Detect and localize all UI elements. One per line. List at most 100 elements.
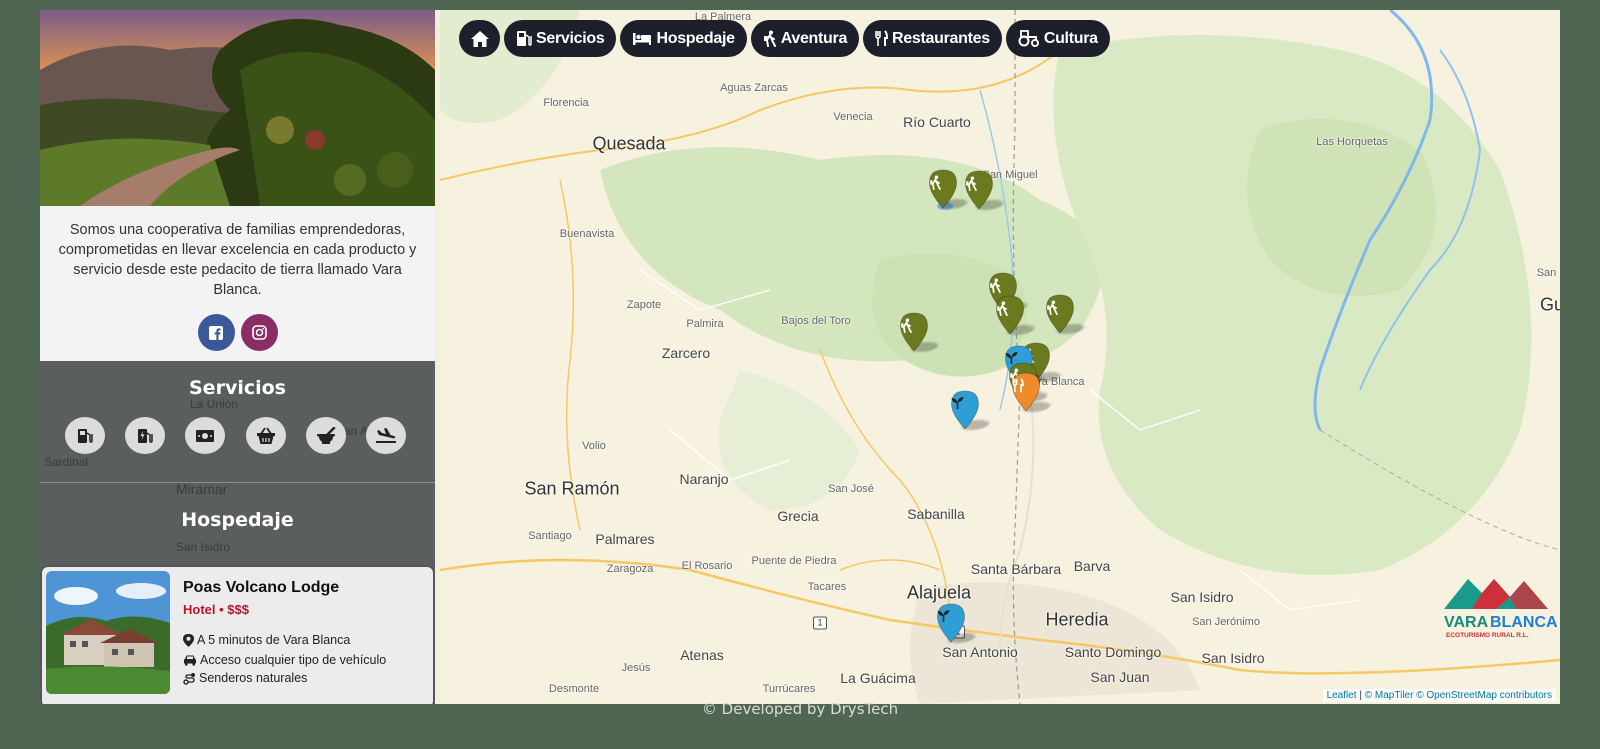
route-icon [183, 672, 195, 685]
map-label: Santa Bárbara [970, 561, 1062, 577]
money-bill-icon [196, 429, 214, 442]
service-market-button[interactable] [246, 417, 286, 454]
vara-blanca-logo: VARA BLANCA ECOTURISMO RURAL R.L. [1436, 575, 1560, 645]
map-label: Florencia [543, 97, 589, 109]
nav-home-button[interactable] [459, 20, 500, 57]
lodging-photo [46, 571, 170, 694]
lodging-feature: A 5 minutos de Vara Blanca [183, 633, 350, 647]
map-label: Quesada [592, 133, 666, 154]
home-icon [470, 30, 489, 47]
adventure-map-marker[interactable] [928, 169, 971, 209]
map-label: Gu [1539, 294, 1560, 315]
service-charging-button[interactable] [125, 417, 165, 454]
map-label: Las Horquetas [1316, 136, 1388, 148]
ghost-map-label: La Unión [190, 397, 239, 411]
logo-tagline: ECOTURISMO RURAL R.L. [1446, 632, 1529, 639]
ghost-map-label: Sardinal [44, 455, 89, 469]
nav-label: Restaurantes [892, 29, 990, 47]
instagram-icon [251, 325, 267, 340]
lodging-feature: Senderos naturales [183, 671, 307, 685]
hiking-icon [990, 278, 1001, 293]
lodging-name: Poas Volcano Lodge [183, 579, 340, 596]
adventure-map-marker[interactable] [899, 312, 942, 352]
adventure-map-marker[interactable] [995, 295, 1038, 335]
map-label: Santo Domingo [1064, 644, 1162, 660]
nav-aventura-button[interactable]: Aventura [750, 20, 860, 57]
map-label: Bajos del Toro [781, 315, 851, 327]
divider [40, 482, 435, 483]
about-section: Somos una cooperativa de familias empren… [40, 206, 435, 361]
map-label: Santiago [528, 530, 572, 542]
service-airport-button[interactable] [366, 417, 406, 454]
feature-text: Acceso cualquier tipo de vehículo [200, 653, 387, 667]
instagram-button[interactable] [240, 314, 278, 351]
sprout-icon [937, 610, 950, 622]
service-gas-button[interactable] [65, 417, 105, 454]
map-label: El Rosario [681, 560, 733, 572]
map-label: San Isidro [1201, 650, 1265, 666]
social-links [40, 314, 435, 351]
hiking-icon [763, 30, 776, 47]
map-label: San Ramón [524, 478, 620, 499]
map-label: San Jerónimo [1192, 616, 1260, 628]
facebook-icon [209, 325, 223, 340]
map-label: Aguas Zarcas [720, 82, 788, 94]
hero-image [40, 10, 435, 206]
service-map-marker[interactable] [936, 603, 979, 643]
hiking-icon [997, 301, 1008, 316]
sidebar-categories: La Unión San Isidro Sardinal Miramar San… [40, 361, 435, 704]
map-label: Jesús [621, 662, 651, 674]
map-label: Grecia [777, 508, 819, 524]
lodging-feature: Acceso cualquier tipo de vehículo [183, 653, 386, 667]
logo-text: VARA [1444, 614, 1489, 631]
adventure-map-marker[interactable] [1045, 294, 1088, 334]
map-label: Puente de Piedra [751, 555, 837, 567]
tractor-icon [1018, 30, 1039, 47]
map-label: San Juan [1090, 669, 1150, 685]
nav-label: Aventura [780, 29, 848, 47]
adventure-map-marker[interactable] [964, 170, 1007, 210]
car-icon [184, 655, 196, 666]
service-map-marker[interactable] [950, 390, 993, 430]
ghost-map-label: San Isidro [176, 540, 231, 554]
lodging-card[interactable]: Poas Volcano Lodge Hotel • $$$ A 5 minut… [42, 567, 433, 704]
map-base [440, 10, 1560, 704]
nav-cultura-button[interactable]: Cultura [1005, 20, 1110, 57]
services-title: Servicios [189, 377, 286, 399]
app-window: La Palmera Aguas Zarcas Florencia Veneci… [40, 10, 1560, 704]
map-label: Naranjo [679, 471, 729, 487]
nav-hospedaje-button[interactable]: Hospedaje [620, 20, 747, 57]
map-label: San R [1536, 267, 1560, 279]
map-label: Zaragoza [606, 563, 654, 575]
map-label: Volio [582, 440, 606, 452]
footer: © Developed by DrysTech [701, 700, 899, 718]
service-money-button[interactable] [185, 417, 225, 454]
service-pharmacy-button[interactable] [306, 417, 346, 454]
nav-servicios-button[interactable]: Servicios [504, 20, 617, 57]
map-label: Atenas [680, 647, 724, 663]
plane-landing-icon [376, 427, 396, 443]
map-label: Tacares [807, 581, 847, 593]
map-marker-icon [183, 633, 194, 647]
utensils-icon [1012, 378, 1024, 393]
about-text: Somos una cooperativa de familias empren… [58, 222, 417, 298]
utensils-icon [875, 30, 889, 46]
bed-icon [633, 33, 652, 45]
feature-text: A 5 minutos de Vara Blanca [197, 633, 351, 647]
map-label: Heredia [1045, 609, 1109, 630]
map-label: Sabanilla [907, 506, 965, 522]
logo-mountains-icon: VARA BLANCA ECOTURISMO RURAL R.L. [1444, 579, 1558, 639]
nav-label: Cultura [1043, 29, 1098, 47]
map-label: Venecia [833, 111, 873, 123]
restaurant-map-marker[interactable] [1011, 372, 1054, 412]
route-shield: 1 [813, 616, 827, 630]
facebook-button[interactable] [197, 314, 235, 351]
sprout-icon [951, 397, 964, 409]
map-view[interactable]: La Palmera Aguas Zarcas Florencia Veneci… [440, 10, 1560, 704]
map-label: Turrúcares [762, 683, 816, 695]
map-label: Buenavista [559, 228, 615, 240]
charging-station-icon [138, 428, 153, 443]
nav-restaurantes-button[interactable]: Restaurantes [863, 20, 1002, 57]
map-label: La Guácima [840, 670, 916, 686]
map-label: Palmira [686, 318, 724, 330]
